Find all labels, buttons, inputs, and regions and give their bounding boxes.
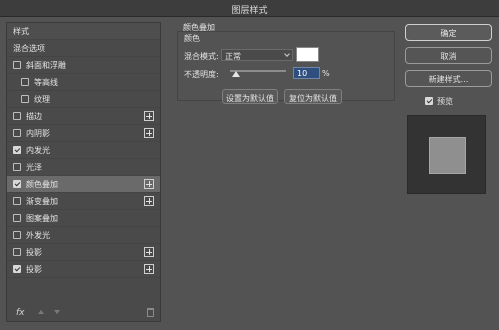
style-label: 内发光 xyxy=(26,146,50,155)
opacity-value: 10 xyxy=(297,69,308,78)
style-checkbox[interactable] xyxy=(13,163,21,171)
style-label: 投影 xyxy=(26,248,42,257)
style-label: 投影 xyxy=(26,265,42,274)
style-checkbox[interactable] xyxy=(13,197,21,205)
add-effect-icon[interactable] xyxy=(144,247,154,257)
style-label: 外发光 xyxy=(26,231,50,240)
new-style-button[interactable]: 新建样式... xyxy=(405,70,492,87)
style-label: 内阴影 xyxy=(26,129,50,138)
style-label: 图案叠加 xyxy=(26,214,58,223)
title-bar: 图层样式 xyxy=(0,0,499,17)
style-checkbox[interactable] xyxy=(13,214,21,222)
style-preview xyxy=(407,115,486,194)
style-checkbox[interactable] xyxy=(13,129,21,137)
new-style-label: 新建样式... xyxy=(428,75,469,84)
ok-button[interactable]: 确定 xyxy=(405,24,492,41)
group-title: 颜色叠加 xyxy=(183,23,215,32)
style-label: 颜色叠加 xyxy=(26,180,58,189)
trash-icon[interactable] xyxy=(147,308,154,317)
set-default-button[interactable]: 设置为默认值 xyxy=(222,89,278,104)
style-checkbox[interactable] xyxy=(13,180,21,188)
add-effect-icon[interactable] xyxy=(144,196,154,206)
add-effect-icon[interactable] xyxy=(144,111,154,121)
ok-label: 确定 xyxy=(440,29,457,38)
style-row[interactable]: 内发光 xyxy=(7,142,160,159)
opacity-label: 不透明度: xyxy=(184,70,219,79)
style-label: 渐变叠加 xyxy=(26,197,58,206)
reset-default-button[interactable]: 复位为默认值 xyxy=(284,89,342,104)
style-checkbox[interactable] xyxy=(21,78,29,86)
preview-label: 预览 xyxy=(437,97,453,106)
cancel-button[interactable]: 取消 xyxy=(405,47,492,64)
style-row[interactable]: 光泽 xyxy=(7,159,160,176)
style-checkbox[interactable] xyxy=(13,112,21,120)
set-default-label: 设置为默认值 xyxy=(226,94,274,103)
blend-mode-select[interactable]: 正常 xyxy=(221,49,293,61)
blend-options-row[interactable]: 混合选项 xyxy=(7,40,160,57)
style-checkbox[interactable] xyxy=(13,231,21,239)
style-row[interactable]: 外发光 xyxy=(7,227,160,244)
style-checkbox[interactable] xyxy=(13,248,21,256)
preview-checkbox-box[interactable] xyxy=(425,97,433,105)
add-effect-icon[interactable] xyxy=(144,264,154,274)
opacity-slider-thumb[interactable] xyxy=(231,71,240,77)
styles-header-row[interactable]: 样式 xyxy=(7,23,160,40)
style-checkbox[interactable] xyxy=(13,61,21,69)
window-title: 图层样式 xyxy=(231,6,268,16)
style-checkbox[interactable] xyxy=(21,95,29,103)
style-row[interactable]: 描边 xyxy=(7,108,160,125)
add-effect-icon[interactable] xyxy=(144,128,154,138)
style-row[interactable]: 投影 xyxy=(7,261,160,278)
add-effect-icon[interactable] xyxy=(144,179,154,189)
opacity-input[interactable]: 10 xyxy=(293,67,320,79)
style-row[interactable]: 等高线 xyxy=(7,74,160,91)
style-label: 光泽 xyxy=(26,163,42,172)
style-row[interactable]: 内阴影 xyxy=(7,125,160,142)
chevron-down-icon xyxy=(284,51,290,57)
style-checkbox[interactable] xyxy=(13,265,21,273)
reset-default-label: 复位为默认值 xyxy=(289,94,337,103)
style-row[interactable]: 纹理 xyxy=(7,91,160,108)
preview-thumbnail xyxy=(429,137,466,174)
styles-list-panel: 样式 混合选项 斜面和浮雕等高线纹理描边内阴影内发光光泽颜色叠加渐变叠加图案叠加… xyxy=(6,22,161,322)
overlay-color-swatch[interactable] xyxy=(296,47,319,62)
styles-footer: fx xyxy=(6,305,161,322)
cancel-label: 取消 xyxy=(440,52,457,61)
styles-header-label: 样式 xyxy=(13,27,29,36)
move-up-icon[interactable] xyxy=(38,310,44,314)
style-label: 描边 xyxy=(26,112,42,121)
style-checkbox[interactable] xyxy=(13,146,21,154)
style-row[interactable]: 投影 xyxy=(7,244,160,261)
blend-mode-value: 正常 xyxy=(225,52,241,61)
style-row[interactable]: 斜面和浮雕 xyxy=(7,57,160,74)
move-down-icon[interactable] xyxy=(54,310,60,314)
color-subtitle: 颜色 xyxy=(184,34,200,43)
blend-mode-label: 混合模式: xyxy=(184,52,219,61)
style-label: 斜面和浮雕 xyxy=(26,61,66,70)
style-row[interactable]: 图案叠加 xyxy=(7,210,160,227)
opacity-unit: % xyxy=(322,69,330,78)
style-label: 纹理 xyxy=(34,95,50,104)
blend-options-label: 混合选项 xyxy=(13,44,45,53)
style-label: 等高线 xyxy=(34,78,58,87)
style-row[interactable]: 颜色叠加 xyxy=(7,176,160,193)
fx-icon[interactable]: fx xyxy=(16,308,25,318)
style-row[interactable]: 渐变叠加 xyxy=(7,193,160,210)
